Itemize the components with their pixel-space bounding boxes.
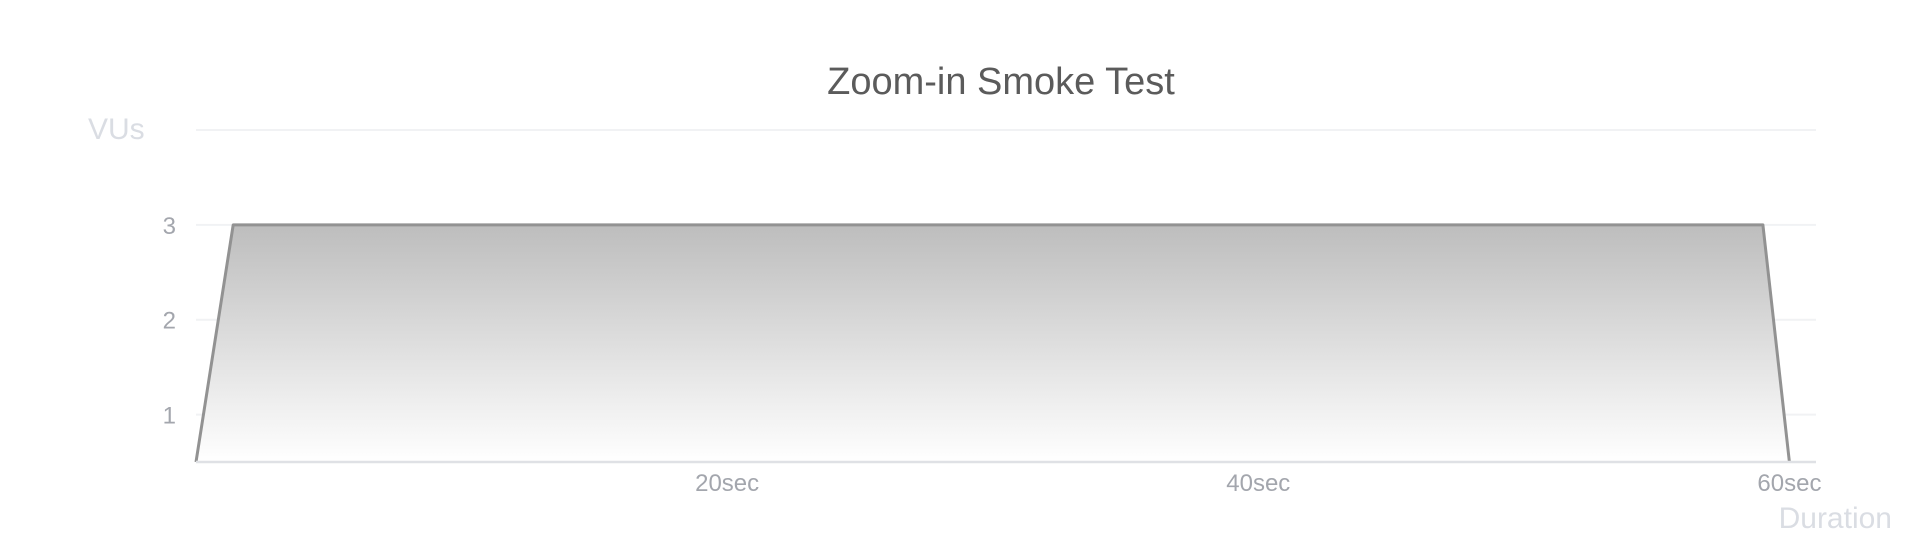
y-axis-title: VUs — [88, 113, 145, 146]
series-area-fill — [196, 224, 1790, 462]
x-tick-label: 60sec — [1757, 470, 1821, 497]
x-tick-labels: 20sec 40sec 60sec — [695, 470, 1821, 497]
chart-container: Zoom-in Smoke Test VUs Duration 1 2 3 20se… — [0, 0, 1920, 540]
vus-duration-chart: Zoom-in Smoke Test VUs Duration 1 2 3 20se… — [88, 61, 1892, 535]
y-tick-labels: 1 2 3 — [163, 213, 176, 430]
y-tick-label: 2 — [163, 308, 176, 335]
y-tick-label: 1 — [163, 403, 176, 430]
series-area-layer — [194, 223, 1791, 463]
chart-title: Zoom-in Smoke Test — [827, 61, 1175, 103]
x-tick-label: 20sec — [695, 470, 759, 497]
x-axis-title: Duration — [1779, 502, 1892, 535]
y-tick-label: 3 — [163, 213, 176, 240]
x-tick-label: 40sec — [1226, 470, 1290, 497]
